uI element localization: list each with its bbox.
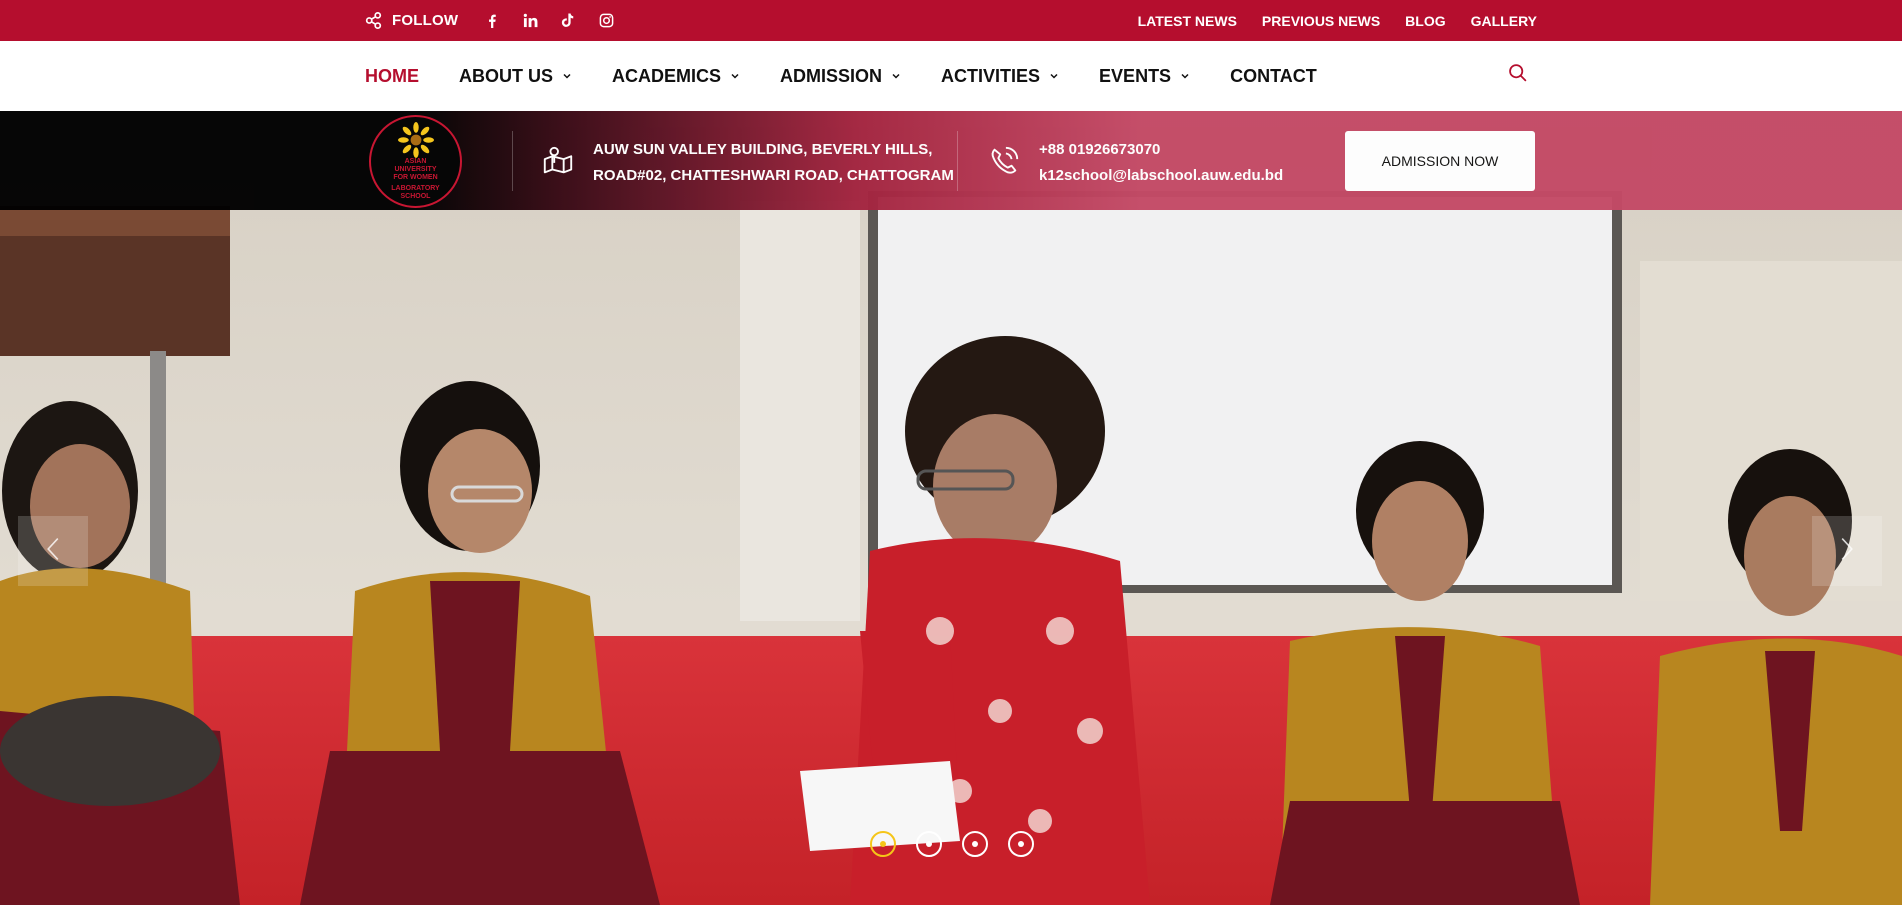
logo-line: LABORATORY (391, 185, 440, 192)
hero-image (0, 111, 1902, 905)
top-link-blog[interactable]: BLOG (1405, 13, 1445, 29)
follow-group: FOLLOW (365, 12, 614, 29)
sunflower-logo-icon (397, 122, 434, 158)
slider-dot[interactable] (916, 831, 942, 857)
nav-item-label: EVENTS (1099, 65, 1172, 86)
search-icon (1507, 62, 1528, 88)
phone-number[interactable]: +88 01926673070 (1039, 137, 1283, 163)
address-text: AUW SUN VALLEY BUILDING, BEVERLY HILLS, … (593, 137, 954, 189)
nav-item-events[interactable]: EVENTS (1099, 66, 1190, 87)
top-link-latest-news[interactable]: LATEST NEWS (1138, 13, 1237, 29)
address-line-1: AUW SUN VALLEY BUILDING, BEVERLY HILLS, (593, 141, 933, 158)
slider-prev-button[interactable] (18, 516, 88, 586)
chevron-down-icon (730, 71, 740, 81)
top-bar: FOLLOW LATEST NEWS PREVIOUS NEWS BLOG GA… (0, 0, 1902, 41)
social-links (484, 13, 614, 29)
divider (512, 131, 513, 191)
search-button[interactable] (1505, 63, 1529, 87)
chevron-left-icon (45, 536, 61, 567)
top-link-previous-news[interactable]: PREVIOUS NEWS (1262, 13, 1380, 29)
slider-next-button[interactable] (1812, 516, 1882, 586)
contact-text: +88 01926673070 k12school@labschool.auw.… (1039, 137, 1283, 189)
top-link-gallery[interactable]: GALLERY (1471, 13, 1537, 29)
main-nav: HOME ABOUT US ACADEMICS ADMISSION ACTIVI… (0, 41, 1902, 111)
chevron-down-icon (1049, 71, 1059, 81)
linkedin-icon[interactable] (522, 13, 538, 29)
instagram-icon[interactable] (598, 13, 614, 29)
location-map-icon (540, 143, 576, 179)
hero-slider: ASIAN UNIVERSITY FOR WOMEN LABORATORY SC… (0, 111, 1902, 905)
nav-item-admission[interactable]: ADMISSION (780, 66, 901, 87)
chevron-right-icon (1839, 536, 1855, 567)
nav-item-academics[interactable]: ACADEMICS (612, 66, 740, 87)
email-address[interactable]: k12school@labschool.auw.edu.bd (1039, 163, 1283, 189)
address-line-2: ROAD#02, CHATTESHWARI ROAD, CHATTOGRAM (593, 167, 954, 184)
slider-dot[interactable] (1008, 831, 1034, 857)
logo-line: ASIAN UNIVERSITY (394, 158, 437, 173)
slider-dot[interactable] (870, 831, 896, 857)
slider-pagination (870, 831, 1034, 857)
logo-line: FOR WOMEN (393, 174, 438, 181)
phone-icon (986, 143, 1022, 179)
nav-item-home[interactable]: HOME (365, 66, 419, 87)
nav-item-label: ACTIVITIES (941, 65, 1041, 86)
nav-menu: HOME ABOUT US ACADEMICS ADMISSION ACTIVI… (365, 66, 1357, 87)
chevron-down-icon (891, 71, 901, 81)
divider (957, 131, 958, 191)
chevron-down-icon (1180, 71, 1190, 81)
school-logo[interactable]: ASIAN UNIVERSITY FOR WOMEN LABORATORY SC… (369, 115, 462, 208)
nav-item-label: CONTACT (1230, 65, 1317, 86)
top-links: LATEST NEWS PREVIOUS NEWS BLOG GALLERY (1138, 13, 1537, 29)
nav-item-about-us[interactable]: ABOUT US (459, 66, 572, 87)
nav-item-label: ABOUT US (459, 65, 553, 86)
facebook-icon[interactable] (484, 13, 500, 29)
nav-item-label: ADMISSION (780, 65, 883, 86)
share-icon (365, 12, 382, 29)
chevron-down-icon (562, 71, 572, 81)
nav-item-label: HOME (365, 65, 419, 86)
nav-item-label: ACADEMICS (612, 65, 722, 86)
logo-line: SCHOOL (400, 193, 431, 200)
nav-item-activities[interactable]: ACTIVITIES (941, 66, 1059, 87)
tiktok-icon[interactable] (560, 13, 576, 29)
slider-dot[interactable] (962, 831, 988, 857)
info-bar: ASIAN UNIVERSITY FOR WOMEN LABORATORY SC… (0, 111, 1902, 210)
admission-now-button[interactable]: ADMISSION NOW (1345, 131, 1535, 191)
follow-label: FOLLOW (392, 12, 459, 29)
logo-text: ASIAN UNIVERSITY FOR WOMEN LABORATORY SC… (384, 158, 448, 201)
nav-item-contact[interactable]: CONTACT (1230, 66, 1317, 87)
